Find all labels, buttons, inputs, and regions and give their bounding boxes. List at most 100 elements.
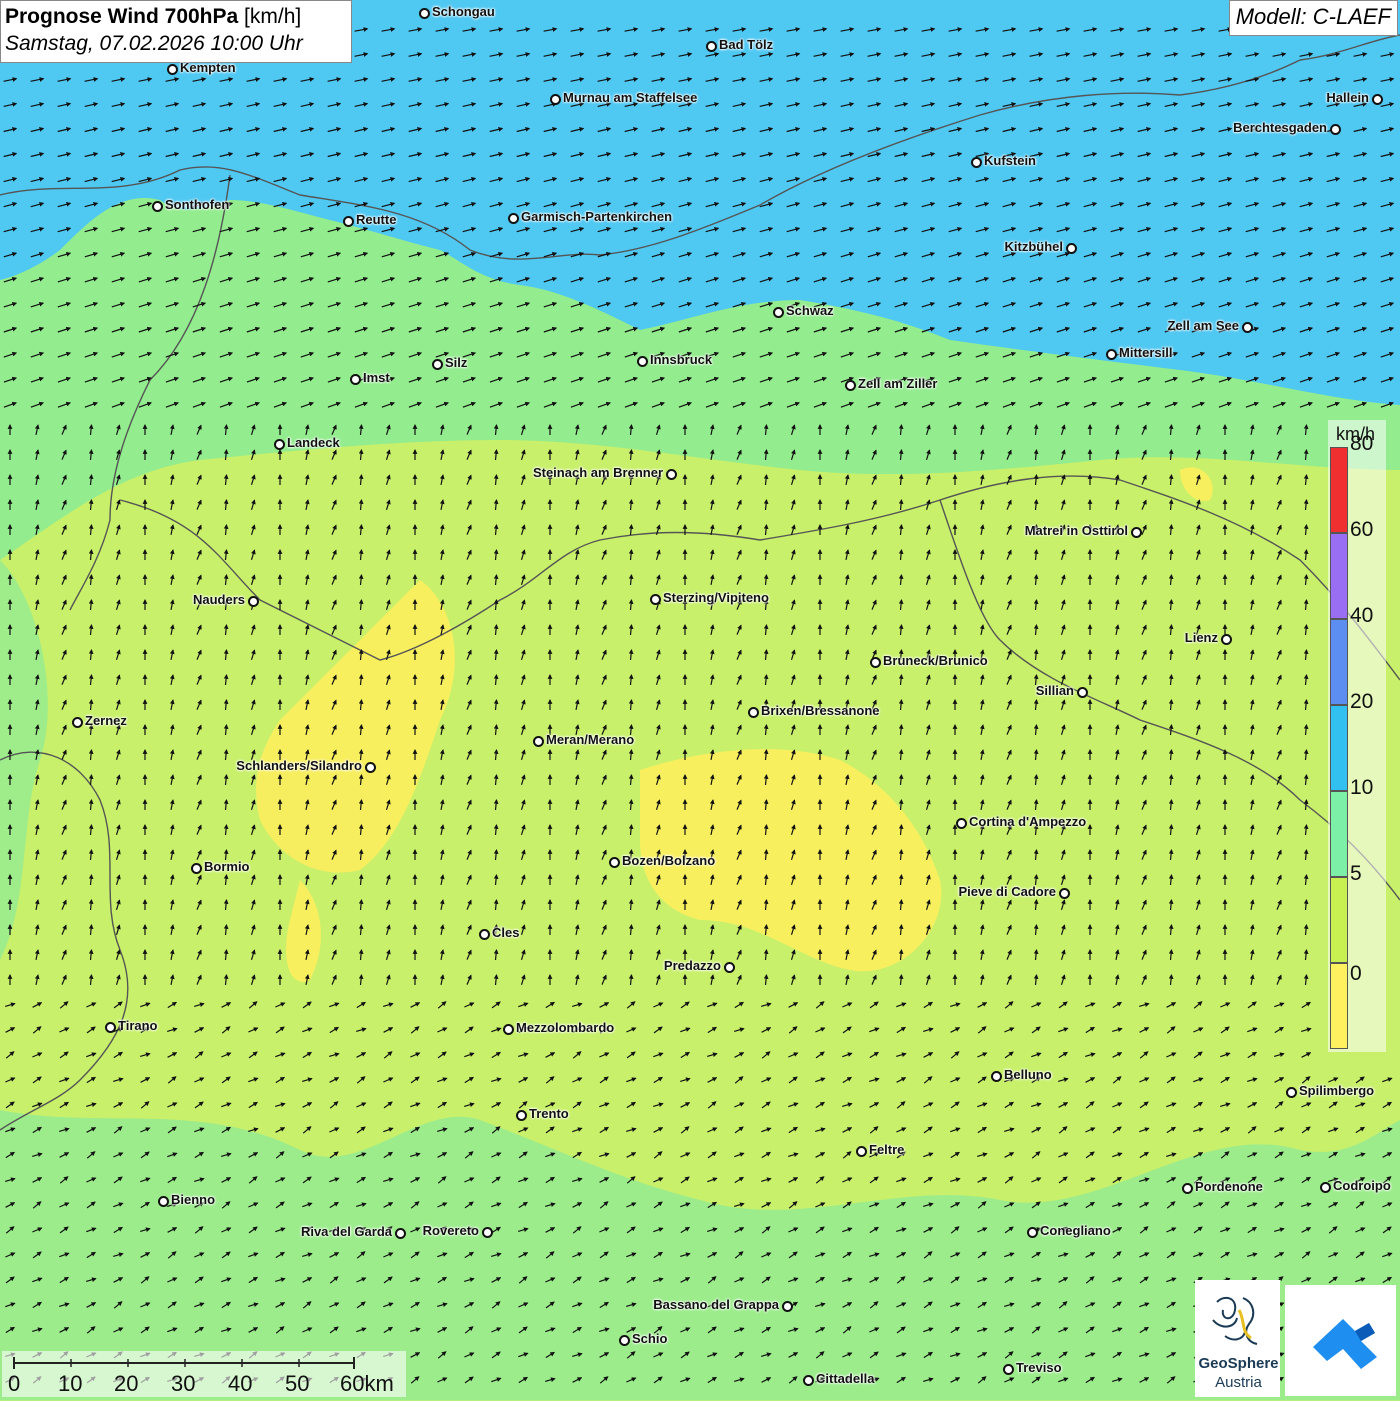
city-marker	[803, 1375, 814, 1386]
city-marker	[516, 1110, 527, 1121]
geosphere-name: GeoSphere	[1198, 1355, 1279, 1372]
city-marker	[666, 469, 677, 480]
city-marker	[479, 929, 490, 940]
city-label: Belluno	[1004, 1067, 1052, 1082]
legend-swatch	[1330, 791, 1348, 877]
city-label: Treviso	[1016, 1360, 1062, 1375]
city-marker	[533, 736, 544, 747]
city-marker	[782, 1301, 793, 1312]
city-label: Bassano del Grappa	[653, 1297, 779, 1312]
legend-swatch	[1330, 705, 1348, 791]
city-label: Kempten	[180, 60, 236, 75]
city-label: Bozen/Bolzano	[622, 853, 716, 868]
city-label: Meran/Merano	[546, 732, 635, 747]
city-label: Innsbruck	[650, 352, 713, 367]
geosphere-emblem-icon	[1212, 1296, 1258, 1345]
city-marker	[152, 201, 163, 212]
city-marker	[1066, 243, 1077, 254]
city-marker	[72, 717, 83, 728]
scale-label: 40	[228, 1371, 253, 1396]
city-marker	[1182, 1183, 1193, 1194]
city-label: Kufstein	[984, 153, 1036, 168]
city-marker	[619, 1335, 630, 1346]
city-marker	[1330, 124, 1341, 135]
scale-label: 60km	[340, 1371, 394, 1396]
scale-label: 10	[58, 1371, 83, 1396]
city-marker	[748, 707, 759, 718]
city-marker	[1372, 94, 1383, 105]
city-marker	[550, 94, 561, 105]
city-marker	[1221, 634, 1232, 645]
city-label: Pordenone	[1195, 1179, 1263, 1194]
city-label: Riva del Garda	[300, 1224, 392, 1239]
city-label: Mittersill	[1119, 345, 1173, 360]
city-marker	[1320, 1182, 1331, 1193]
city-label: Reutte	[356, 212, 397, 227]
city-label: Zell am Ziller	[858, 376, 938, 391]
city-marker	[956, 818, 967, 829]
legend-label: 10	[1350, 776, 1374, 799]
city-marker	[350, 374, 361, 385]
city-marker	[724, 962, 735, 973]
city-label: Rovereto	[422, 1223, 479, 1238]
city-label: Feltre	[869, 1142, 905, 1157]
city-marker	[1027, 1227, 1038, 1238]
city-marker	[706, 41, 717, 52]
legend-label: 20	[1350, 690, 1374, 713]
city-label: Tirano	[118, 1018, 158, 1033]
city-label: Sillian	[1035, 683, 1074, 698]
legend-swatch	[1330, 877, 1348, 963]
city-label: Schwaz	[786, 303, 834, 318]
city-marker	[1286, 1087, 1297, 1098]
city-label: Bormio	[204, 859, 250, 874]
city-label: Bad Tölz	[719, 37, 774, 52]
city-marker	[991, 1071, 1002, 1082]
map-title: Prognose Wind 700hPa [km/h]	[5, 4, 347, 30]
city-marker	[1077, 687, 1088, 698]
city-label: Lienz	[1184, 630, 1218, 645]
legend-label: 80	[1350, 432, 1374, 455]
scale-label: 30	[171, 1371, 196, 1396]
city-marker	[191, 863, 202, 874]
city-label: Schlanders/Silandro	[236, 758, 362, 773]
legend-swatch	[1330, 447, 1348, 533]
city-marker	[343, 216, 354, 227]
city-marker	[365, 762, 376, 773]
city-label: Imst	[363, 370, 390, 385]
city-marker	[482, 1227, 493, 1238]
city-marker	[1059, 888, 1070, 899]
model-label: Modell: C-LAEF	[1228, 0, 1398, 36]
city-label: Landeck	[287, 435, 340, 450]
city-marker	[845, 380, 856, 391]
city-marker	[870, 657, 881, 668]
legend-label: 40	[1350, 604, 1374, 627]
legend-label: 5	[1350, 862, 1362, 885]
city-marker	[971, 157, 982, 168]
city-label: Bienno	[171, 1192, 216, 1207]
legend-swatch	[1330, 533, 1348, 619]
city-label: Silz	[445, 355, 468, 370]
scale-label: 0	[8, 1371, 21, 1396]
city-label: Schongau	[432, 4, 495, 19]
scale-label: 20	[114, 1371, 139, 1396]
city-label: Sterzing/Vipiteno	[663, 590, 769, 605]
city-label: Murnau am Staffelsee	[563, 90, 698, 105]
city-marker	[1131, 527, 1142, 538]
city-marker	[248, 596, 259, 607]
city-marker	[637, 356, 648, 367]
city-label: Steinach am Brenner	[532, 465, 663, 480]
city-label: Zell am See	[1167, 318, 1239, 333]
city-label: Mezzolombardo	[516, 1020, 615, 1035]
city-label: Spilimbergo	[1299, 1083, 1375, 1098]
city-marker	[105, 1022, 116, 1033]
city-label: Predazzo	[663, 958, 721, 973]
legend-label: 0	[1350, 962, 1362, 985]
city-label: Zernez	[85, 713, 127, 728]
geosphere-country: Austria	[1215, 1374, 1262, 1391]
city-marker	[1242, 322, 1253, 333]
app-logo	[1285, 1285, 1396, 1396]
city-marker	[1003, 1364, 1014, 1375]
legend-swatch	[1330, 619, 1348, 705]
city-label: Codroipo	[1333, 1178, 1391, 1193]
city-marker	[856, 1146, 867, 1157]
